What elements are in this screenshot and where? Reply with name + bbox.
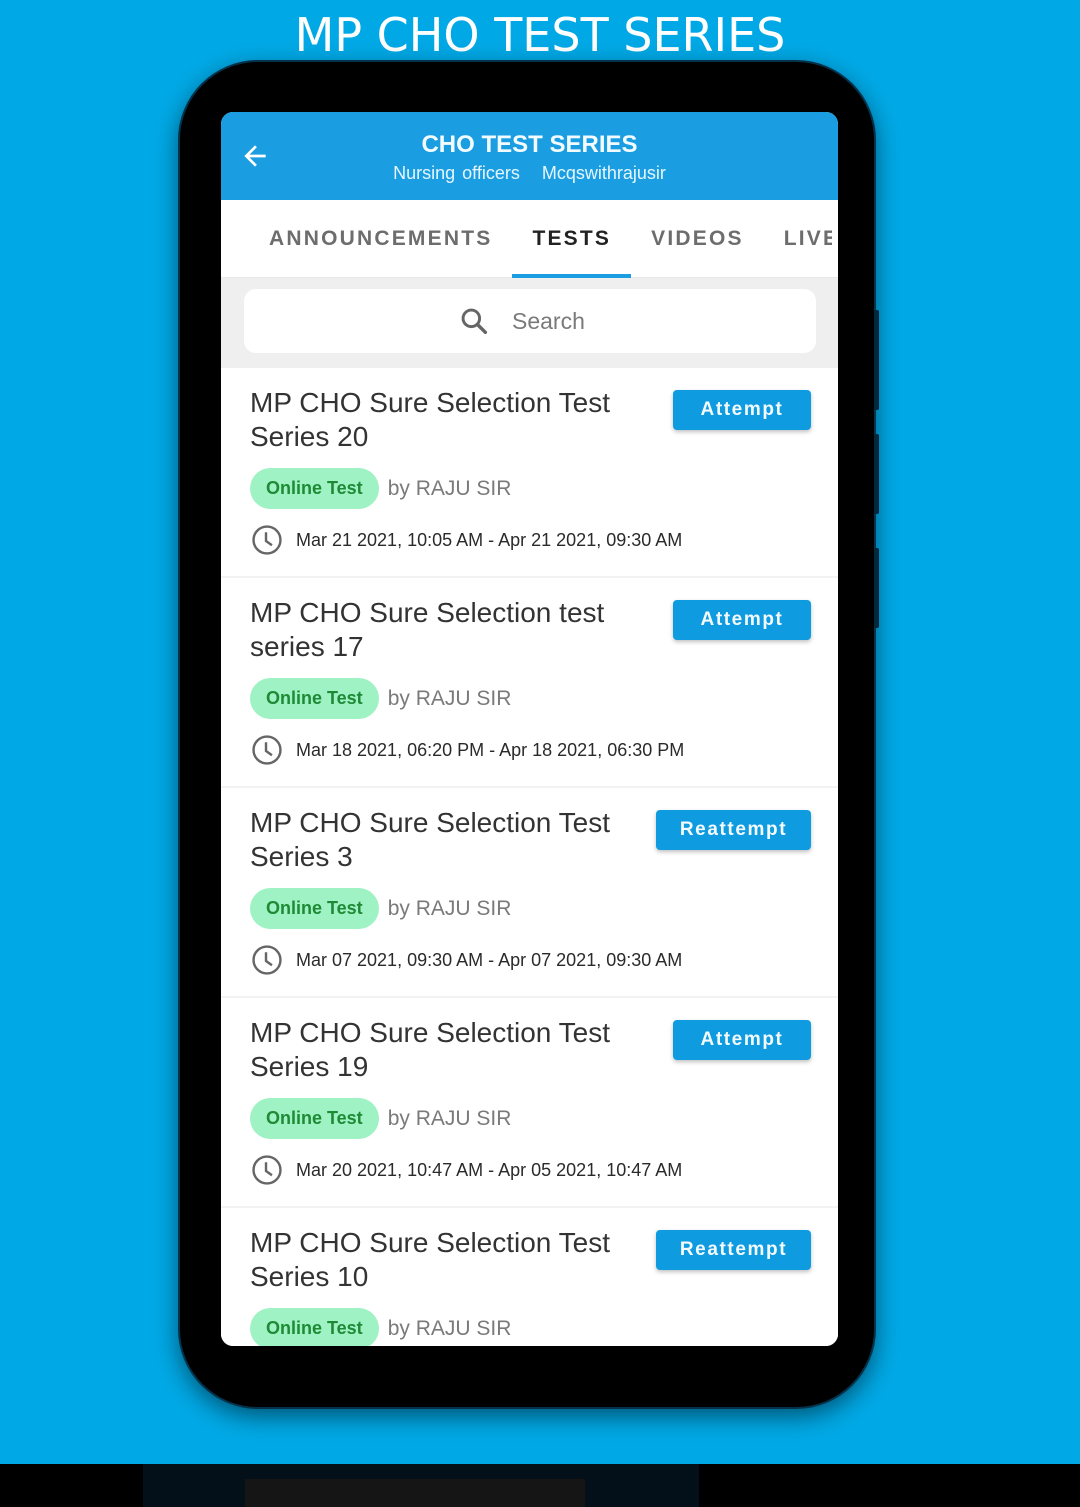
test-author: by RAJU SIR xyxy=(387,686,512,710)
clock-icon xyxy=(252,1155,282,1185)
tab-bar: ANNOUNCEMENTS TESTS VIDEOS LIVE xyxy=(221,200,838,278)
app-bar: CHO TEST SERIES Nursing officers Mcqswith… xyxy=(221,112,838,200)
attempt-button[interactable]: Attempt xyxy=(673,1020,811,1060)
search-section xyxy=(221,278,838,368)
test-type-badge: Online Test xyxy=(250,888,379,929)
reattempt-button[interactable]: Reattempt xyxy=(656,810,811,850)
clock-icon xyxy=(252,735,282,765)
test-type-badge: Online Test xyxy=(250,678,379,719)
test-type-badge: Online Test xyxy=(250,468,379,509)
app-screen: CHO TEST SERIES Nursing officers Mcqswith… xyxy=(221,112,838,1346)
promo-title: MP CHO TEST SERIES xyxy=(294,8,786,62)
test-author: by RAJU SIR xyxy=(387,1316,512,1340)
tab-announcements[interactable]: ANNOUNCEMENTS xyxy=(269,200,492,278)
tab-tests[interactable]: TESTS xyxy=(512,200,631,278)
test-type-badge: Online Test xyxy=(250,1308,379,1346)
test-list-item[interactable]: MP CHO Sure Selection test series 17 Att… xyxy=(221,578,838,788)
test-schedule: Mar 07 2021, 09:30 AM - Apr 07 2021, 09:… xyxy=(296,949,683,970)
test-title: MP CHO Sure Selection Test Series 19 xyxy=(250,1017,611,1082)
subtitle-category: Nursing officers xyxy=(393,163,520,183)
phone-frame: CHO TEST SERIES Nursing officers Mcqswith… xyxy=(180,62,879,1407)
test-schedule: Mar 21 2021, 10:05 AM - Apr 21 2021, 09:… xyxy=(296,529,683,550)
back-arrow-icon[interactable] xyxy=(239,140,271,172)
app-bar-title: CHO TEST SERIES xyxy=(421,131,638,158)
subtitle-channel: Mcqswithrajusir xyxy=(541,163,666,183)
phone-power-button xyxy=(874,310,879,410)
test-list-item[interactable]: MP CHO Sure Selection Test Series 20 Att… xyxy=(221,368,838,578)
bottom-black-bar xyxy=(0,1464,1080,1507)
test-list-item[interactable]: MP CHO Sure Selection Test Series 19 Att… xyxy=(221,998,838,1208)
test-type-badge: Online Test xyxy=(250,1098,379,1139)
tab-videos[interactable]: VIDEOS xyxy=(651,200,744,278)
test-title: MP CHO Sure Selection test series 17 xyxy=(250,597,605,662)
test-title: MP CHO Sure Selection Test Series 10 xyxy=(250,1227,611,1292)
test-list: MP CHO Sure Selection Test Series 20 Att… xyxy=(221,368,838,1346)
test-schedule: Mar 18 2021, 06:20 PM - Apr 18 2021, 06:… xyxy=(296,739,685,760)
attempt-button[interactable]: Attempt xyxy=(673,390,811,430)
test-schedule: Mar 20 2021, 10:47 AM - Apr 05 2021, 10:… xyxy=(296,1159,683,1180)
phone-volume-down-button xyxy=(874,548,879,628)
test-title: MP CHO Sure Selection Test Series 20 xyxy=(250,387,611,452)
search-bar[interactable] xyxy=(244,289,816,353)
test-author: by RAJU SIR xyxy=(387,896,512,920)
phone-volume-up-button xyxy=(874,434,879,514)
test-list-item[interactable]: MP CHO Sure Selection Test Series 3 Reat… xyxy=(221,788,838,998)
reattempt-button[interactable]: Reattempt xyxy=(656,1230,811,1270)
search-input[interactable] xyxy=(512,307,602,335)
test-title: MP CHO Sure Selection Test Series 3 xyxy=(250,807,611,872)
attempt-button[interactable]: Attempt xyxy=(673,600,811,640)
test-author: by RAJU SIR xyxy=(387,476,512,500)
test-list-item[interactable]: MP CHO Sure Selection Test Series 10 Rea… xyxy=(221,1208,838,1346)
app-bar-subtitle: Nursing officers Mcqswithrajusir xyxy=(221,162,838,184)
clock-icon xyxy=(252,525,282,555)
search-icon xyxy=(461,308,488,335)
clock-icon xyxy=(252,945,282,975)
tab-live[interactable]: LIVE xyxy=(784,200,832,278)
test-author: by RAJU SIR xyxy=(387,1106,512,1130)
